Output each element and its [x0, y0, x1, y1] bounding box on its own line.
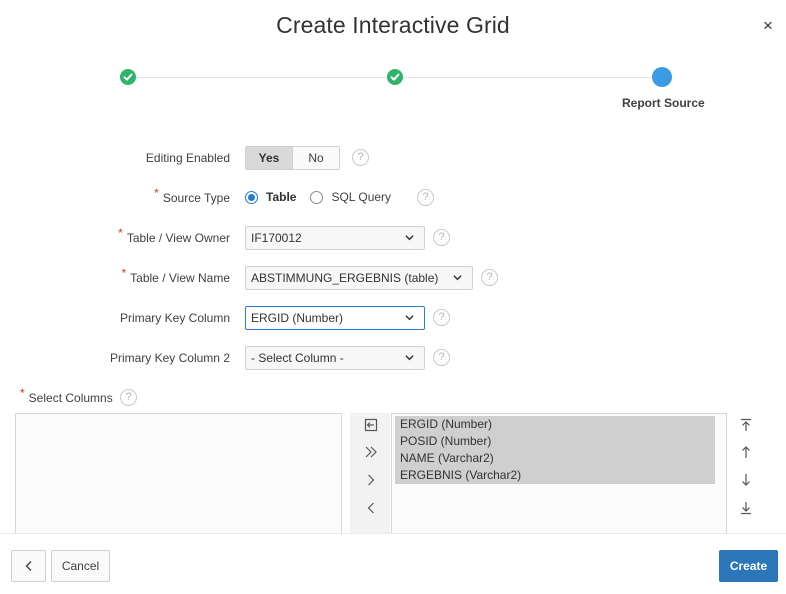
editing-enabled-label: Editing Enabled: [145, 151, 230, 165]
wizard-step-1: [120, 69, 136, 85]
shuttle-available-list[interactable]: [15, 413, 342, 533]
pk-column-2-label: Primary Key Column 2: [109, 351, 230, 365]
toggle-yes[interactable]: Yes: [246, 147, 293, 169]
close-icon[interactable]: ×: [759, 17, 777, 35]
radio-sql-query-label[interactable]: SQL Query: [331, 190, 391, 204]
chevron-down-icon: [405, 235, 414, 241]
radio-sql-query[interactable]: [310, 190, 324, 204]
required-marker: *: [154, 186, 159, 200]
move-top-icon[interactable]: [737, 417, 755, 435]
move-down-icon[interactable]: [737, 472, 755, 490]
move-up-icon[interactable]: [737, 444, 755, 462]
move-bottom-icon[interactable]: [737, 500, 755, 518]
help-icon[interactable]: ?: [433, 229, 450, 246]
help-icon[interactable]: ?: [481, 269, 498, 286]
list-item[interactable]: ERGEBNIS (Varchar2): [395, 467, 715, 484]
reset-icon[interactable]: [362, 417, 380, 435]
editing-enabled-toggle[interactable]: Yes No: [245, 146, 340, 170]
table-owner-select[interactable]: IF170012: [245, 226, 425, 250]
chevron-down-icon: [405, 355, 414, 361]
back-button[interactable]: [11, 550, 46, 582]
table-owner-label: * Table / View Owner: [118, 226, 230, 245]
wizard-step-label: Report Source: [622, 96, 705, 110]
dialog-title: Create Interactive Grid: [276, 12, 510, 38]
required-marker: *: [121, 266, 127, 280]
check-icon: [123, 73, 133, 81]
help-icon[interactable]: ?: [433, 349, 450, 366]
help-icon[interactable]: ?: [352, 149, 369, 166]
select-columns-label: * Select Columns: [20, 386, 113, 405]
create-button[interactable]: Create: [719, 550, 778, 582]
help-icon[interactable]: ?: [417, 189, 434, 206]
table-name-select[interactable]: ABSTIMMUNG_ERGEBNIS (table): [245, 266, 473, 290]
list-item[interactable]: ERGID (Number): [395, 416, 715, 433]
source-type-label: * Source Type: [154, 186, 230, 205]
pk-column-label: Primary Key Column: [119, 311, 230, 325]
list-item[interactable]: POSID (Number): [395, 433, 715, 450]
source-type-radio-group: Table SQL Query: [245, 188, 391, 206]
wizard-step-3: [652, 67, 672, 87]
move-left-icon[interactable]: [362, 500, 380, 518]
radio-table[interactable]: [245, 190, 258, 204]
move-all-right-icon[interactable]: [362, 444, 380, 462]
chevron-down-icon: [453, 275, 462, 281]
help-icon[interactable]: ?: [433, 309, 450, 326]
toggle-no[interactable]: No: [293, 147, 339, 169]
required-marker: *: [20, 386, 25, 400]
table-name-label: * Table / View Name: [121, 266, 231, 285]
radio-table-label[interactable]: Table: [266, 190, 296, 204]
cancel-button[interactable]: Cancel: [51, 550, 110, 582]
wizard-step-2: [387, 69, 403, 85]
chevron-left-icon: [25, 560, 31, 571]
move-right-icon[interactable]: [362, 472, 380, 490]
dialog-footer: Cancel Create: [0, 533, 786, 594]
chevron-down-icon: [405, 315, 414, 321]
shuttle-selected-list[interactable]: ERGID (Number) POSID (Number) NAME (Varc…: [391, 413, 727, 533]
check-icon: [390, 73, 400, 81]
list-item[interactable]: NAME (Varchar2): [395, 450, 715, 467]
pk-column-2-select[interactable]: - Select Column -: [245, 346, 425, 370]
pk-column-select[interactable]: ERGID (Number): [245, 306, 425, 330]
help-icon[interactable]: ?: [120, 389, 137, 406]
required-marker: *: [118, 226, 123, 240]
